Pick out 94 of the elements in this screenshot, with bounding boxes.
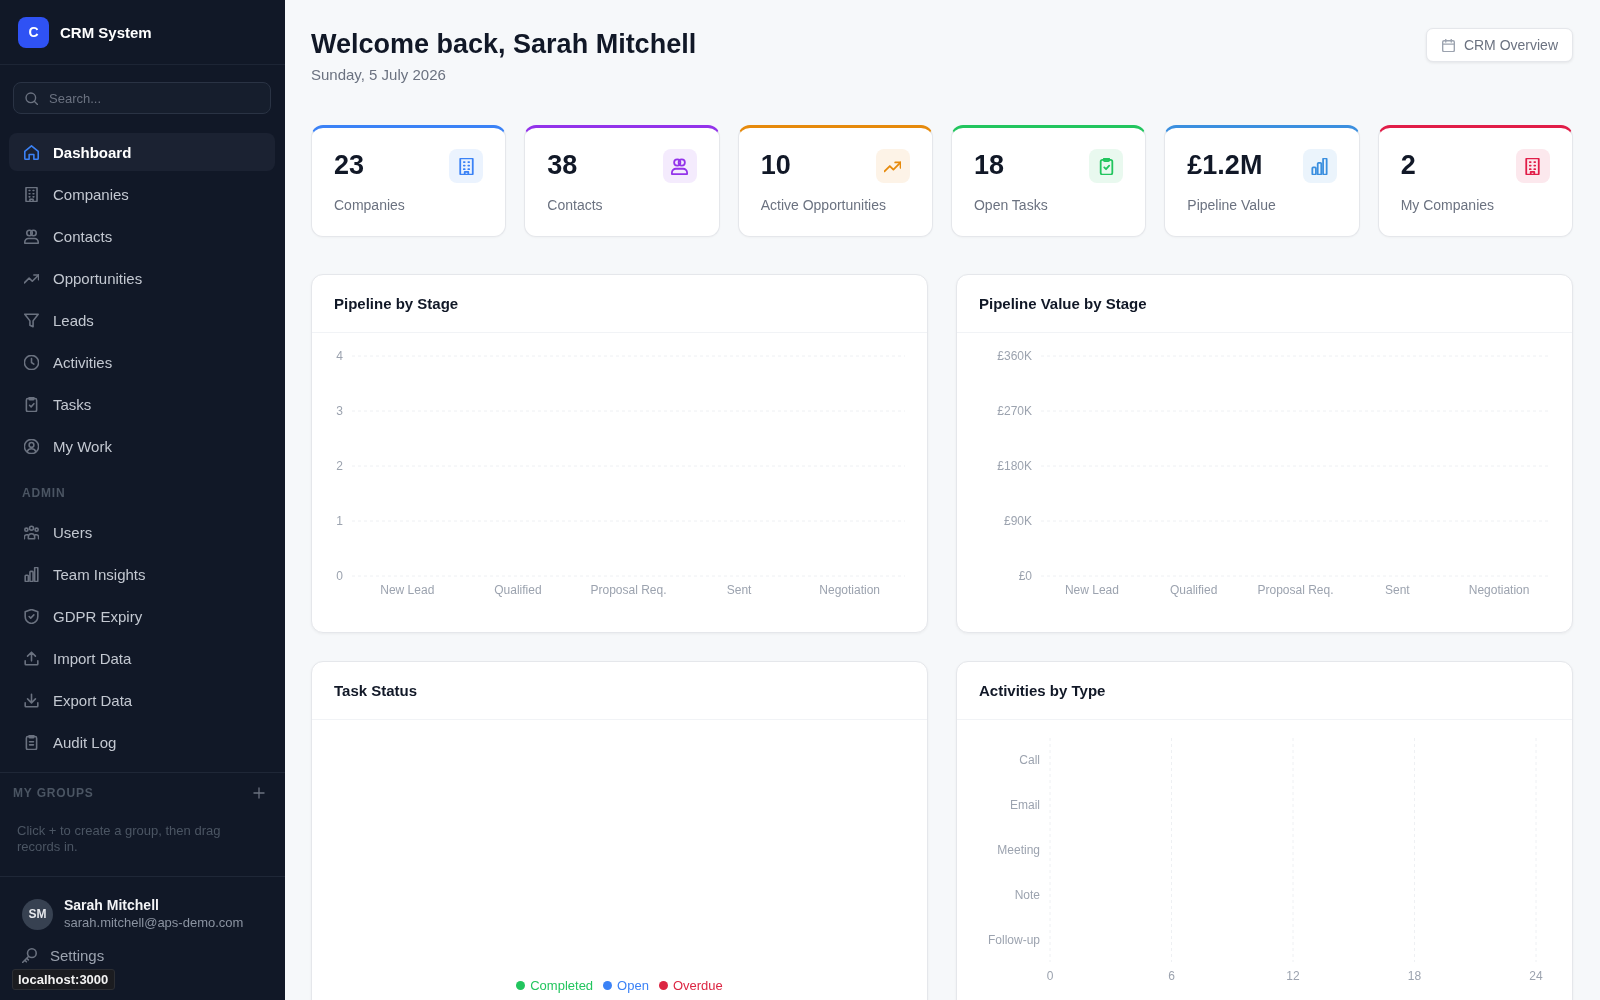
- y-axis-label: 3: [336, 404, 343, 418]
- sidebar-nav-item[interactable]: Companies: [9, 175, 275, 213]
- x-axis-label: Negotiation: [819, 583, 881, 597]
- user-email: sarah.mitchell@aps-demo.com: [64, 915, 244, 931]
- panel-title: Pipeline by Stage: [334, 295, 459, 312]
- x-axis-label: Proposal Req.: [1257, 583, 1334, 597]
- y-axis-label: Email: [1010, 798, 1040, 813]
- clock-icon: [24, 354, 39, 370]
- overview-button[interactable]: CRM Overview: [1425, 28, 1573, 62]
- x-axis-label: 18: [1407, 969, 1422, 983]
- y-axis-label: Follow-up: [987, 932, 1040, 947]
- user-avatar: SM: [22, 898, 53, 930]
- stat-label: My Companies: [1400, 196, 1495, 215]
- plus-icon: [253, 787, 265, 799]
- x-axis-label: Proposal Req.: [590, 583, 667, 597]
- key-icon: [22, 947, 37, 963]
- sidebar-nav-item[interactable]: Audit Log: [9, 723, 275, 761]
- groups-hint: Click + to create a group, then drag records in.: [17, 823, 222, 855]
- stat-value: 38: [547, 149, 578, 181]
- sidebar-nav-item[interactable]: Tasks: [9, 385, 275, 423]
- sidebar-nav-item[interactable]: Leads: [9, 301, 275, 339]
- x-axis-label: 0: [1046, 969, 1054, 983]
- search-icon: [25, 91, 38, 105]
- stat-value: 10: [760, 149, 791, 181]
- x-axis-label: Negotiation: [1468, 583, 1530, 597]
- home-icon: [24, 144, 39, 160]
- x-axis-label: Qualified: [1170, 583, 1218, 597]
- panel-title: Pipeline Value by Stage: [979, 295, 1147, 312]
- panel-title: Activities by Type: [979, 682, 1106, 699]
- sidebar-nav-item[interactable]: Team Insights: [9, 555, 275, 593]
- x-axis-label: New Lead: [1064, 583, 1119, 597]
- calendar-icon: [1441, 38, 1455, 52]
- x-axis-label: Sent: [1384, 583, 1410, 597]
- y-axis-label: 0: [336, 569, 343, 583]
- stat-label: Active Opportunities: [760, 196, 886, 215]
- sidebar-nav-item[interactable]: Import Data: [9, 639, 275, 677]
- sidebar-nav-item[interactable]: Users: [9, 513, 275, 551]
- stat-value: 18: [974, 149, 1005, 181]
- upload-icon: [24, 650, 39, 666]
- stat-label: Companies: [334, 196, 405, 215]
- sidebar-link[interactable]: Settings: [22, 945, 105, 965]
- y-axis-label: Meeting: [997, 843, 1040, 857]
- y-axis-label: Note: [1014, 887, 1040, 902]
- x-axis-label: Sent: [726, 583, 752, 597]
- sidebar-nav-item[interactable]: Dashboard: [9, 133, 275, 171]
- shield-check-icon: [24, 608, 39, 624]
- bar-chart-icon: [24, 566, 39, 582]
- stat-value: 2: [1400, 149, 1416, 181]
- download-icon: [24, 692, 39, 708]
- x-axis-label: 24: [1529, 969, 1543, 983]
- user-group-icon: [24, 524, 39, 540]
- sidebar-nav-item[interactable]: GDPR Expiry: [9, 597, 275, 635]
- people-icon: [24, 228, 39, 244]
- stat-label: Open Tasks: [974, 196, 1048, 215]
- app-logo: C: [18, 16, 49, 48]
- user-name: Sarah Mitchell: [64, 897, 160, 914]
- link-url-tooltip: localhost:3000: [12, 969, 116, 990]
- page-date: Sunday, 5 July 2026: [311, 65, 447, 85]
- page-title: Welcome back, Sarah Mitchell: [311, 28, 697, 60]
- y-axis-label: 1: [336, 514, 343, 528]
- y-axis-label: 4: [336, 349, 343, 363]
- y-axis-label: £90K: [1003, 514, 1032, 528]
- stat-value: 23: [334, 149, 365, 181]
- y-axis-label: Call: [1019, 753, 1040, 768]
- sidebar-nav-item[interactable]: Export Data: [9, 681, 275, 719]
- y-axis-label: £180K: [997, 459, 1032, 473]
- sidebar-nav-item[interactable]: Activities: [9, 343, 275, 381]
- search-field[interactable]: Search...: [13, 82, 271, 114]
- legend-label: Overdue: [672, 977, 723, 993]
- add-group-button[interactable]: [251, 785, 267, 801]
- section-heading: ADMIN: [22, 485, 66, 501]
- x-axis-label: Qualified: [494, 583, 542, 597]
- legend-label: Open: [617, 977, 649, 993]
- clipboard-list-icon: [24, 734, 39, 750]
- clipboard-check-icon: [24, 396, 39, 412]
- x-axis-label: New Lead: [380, 583, 435, 597]
- stat-label: Contacts: [547, 196, 603, 215]
- y-axis-label: 2: [336, 459, 343, 473]
- building-icon: [24, 186, 39, 202]
- sidebar-nav-item[interactable]: Contacts: [9, 217, 275, 255]
- x-axis-label: 6: [1168, 969, 1175, 983]
- panel-title: Task Status: [334, 682, 418, 699]
- funnel-icon: [24, 312, 39, 328]
- stat-value: £1.2M: [1187, 149, 1263, 181]
- stat-label: Pipeline Value: [1187, 196, 1276, 215]
- sidebar-nav-item[interactable]: Opportunities: [9, 259, 275, 297]
- y-axis-label: £360K: [997, 349, 1032, 363]
- legend-label: Completed: [530, 977, 594, 993]
- y-axis-label: £270K: [997, 404, 1032, 418]
- y-axis-label: £0: [1018, 569, 1032, 583]
- app-name: CRM System: [60, 23, 152, 41]
- x-axis-label: 12: [1286, 969, 1300, 983]
- section-heading: MY GROUPS: [13, 786, 94, 800]
- sidebar-nav-item[interactable]: My Work: [9, 427, 275, 465]
